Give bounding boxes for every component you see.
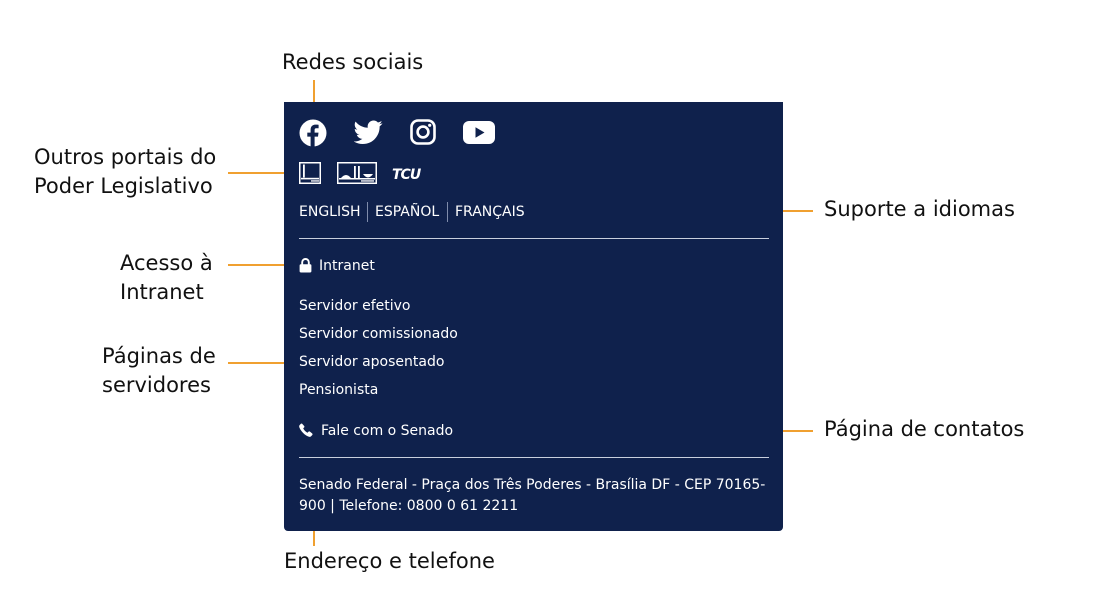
lang-separator xyxy=(447,202,448,222)
callout-suporte-idiomas: Suporte a idiomas xyxy=(824,197,1015,221)
callout-paginas-servidores: Páginas de servidores xyxy=(102,342,216,400)
twitter-icon[interactable] xyxy=(353,120,383,145)
callout-acesso-line1: Acesso à xyxy=(120,251,213,275)
fale-com-o-senado-label: Fale com o Senado xyxy=(321,423,454,439)
intranet-link[interactable]: Intranet xyxy=(299,257,419,275)
callout-pagina-contatos: Página de contatos xyxy=(824,417,1025,441)
callout-paginas-line1: Páginas de xyxy=(102,344,216,368)
congresso-icon[interactable] xyxy=(337,162,377,184)
instagram-icon[interactable] xyxy=(410,119,436,145)
lang-english[interactable]: ENGLISH xyxy=(299,203,361,221)
callout-outros-portais-line2: Poder Legislativo xyxy=(34,174,213,198)
callout-acesso-line2: Intranet xyxy=(120,280,204,304)
intranet-label: Intranet xyxy=(319,258,375,274)
callout-endereco-telefone: Endereço e telefone xyxy=(284,549,495,573)
link-servidor-aposentado[interactable]: Servidor aposentado xyxy=(299,353,444,371)
lock-icon xyxy=(299,258,312,273)
link-servidor-comissionado[interactable]: Servidor comissionado xyxy=(299,325,458,343)
callout-outros-portais-line1: Outros portais do xyxy=(34,145,217,169)
link-pensionista[interactable]: Pensionista xyxy=(299,381,378,399)
camara-icon[interactable] xyxy=(299,162,321,184)
callout-paginas-line2: servidores xyxy=(102,373,211,397)
youtube-icon[interactable] xyxy=(463,121,495,144)
callout-outros-portais: Outros portais do Poder Legislativo xyxy=(34,143,216,201)
senado-footer-panel: TCU ENGLISH ESPAÑOL FRANÇAIS Intranet Se… xyxy=(284,102,783,531)
lang-separator xyxy=(367,202,368,222)
lang-francais[interactable]: FRANÇAIS xyxy=(455,203,525,221)
lang-espanol[interactable]: ESPAÑOL xyxy=(375,203,439,221)
tcu-icon[interactable]: TCU xyxy=(391,162,423,184)
callout-acesso-intranet: Acesso à Intranet xyxy=(120,249,213,307)
callout-redes-sociais: Redes sociais xyxy=(282,50,424,74)
link-servidor-efetivo[interactable]: Servidor efetivo xyxy=(299,297,410,315)
facebook-icon[interactable] xyxy=(299,119,327,147)
divider-bottom xyxy=(299,457,769,458)
tcu-logo-text: TCU xyxy=(392,167,421,183)
phone-icon xyxy=(299,423,313,437)
divider-top xyxy=(299,238,769,239)
fale-com-o-senado-link[interactable]: Fale com o Senado xyxy=(299,422,459,440)
address-phone-text: Senado Federal - Praça dos Três Poderes … xyxy=(299,477,766,514)
